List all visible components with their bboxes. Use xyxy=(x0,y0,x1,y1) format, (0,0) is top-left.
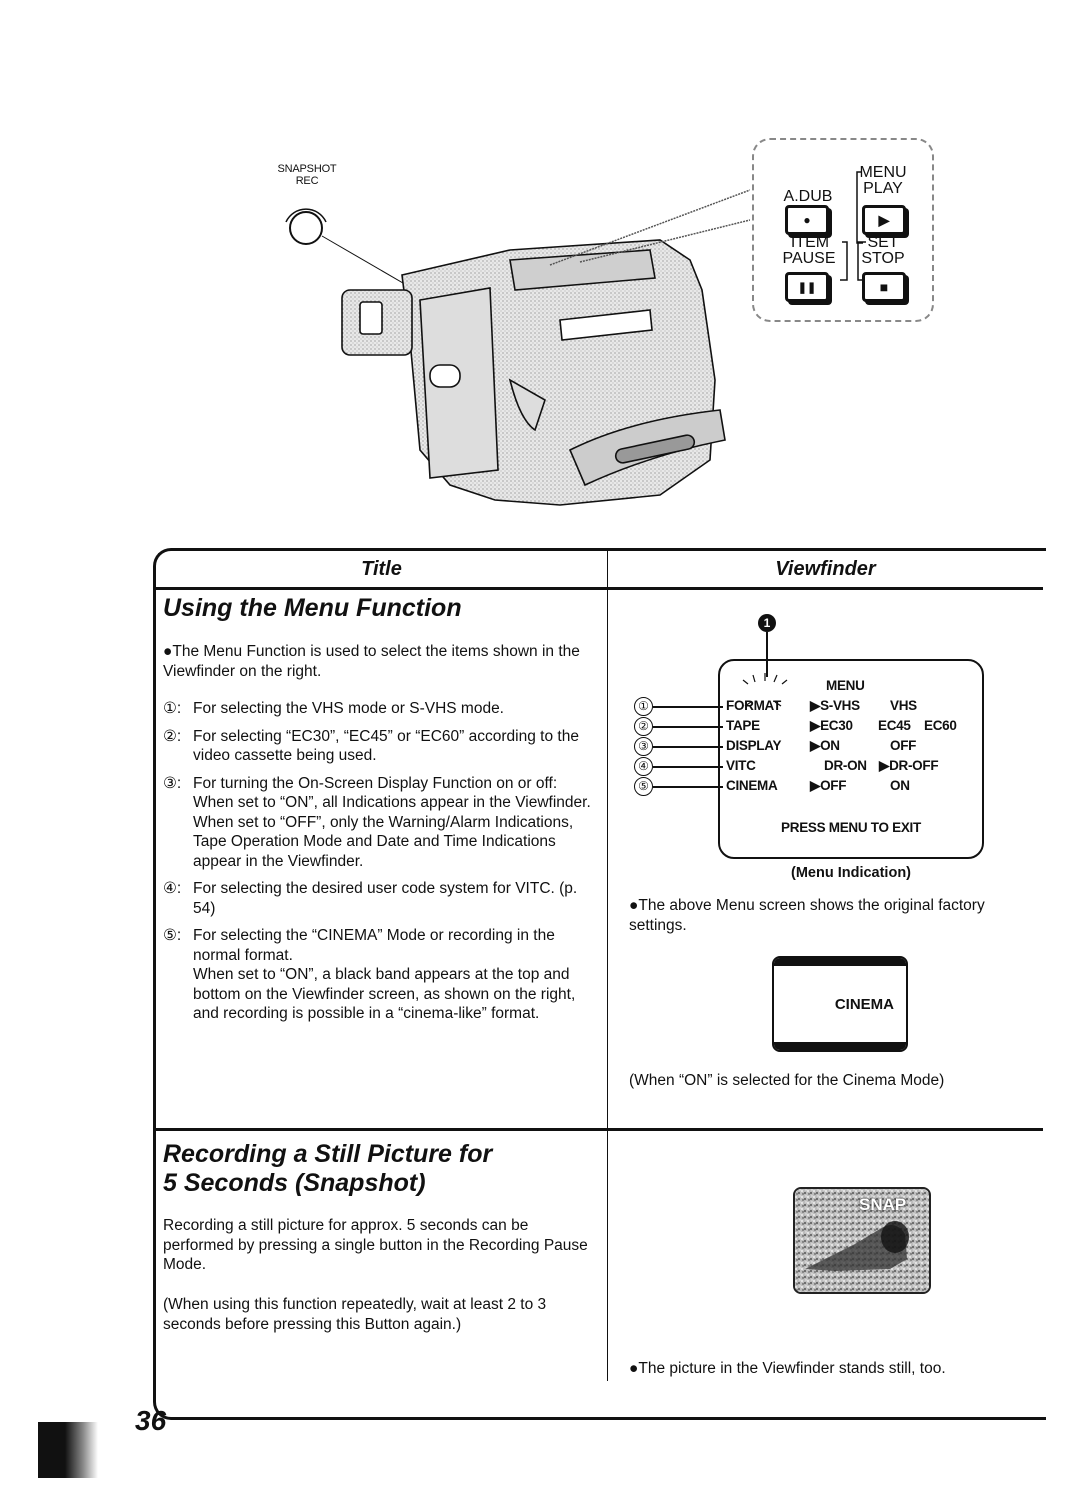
option[interactable]: ▶S-VHS xyxy=(810,696,860,716)
camcorder-illustration xyxy=(341,189,750,506)
vf-menu-row: ② TAPE ▶EC30 EC45 EC60 xyxy=(634,716,984,736)
section-heading-menu-function: Using the Menu Function xyxy=(163,594,462,622)
item-line: When set to “ON”, all Indications appear… xyxy=(193,794,591,811)
menu-item-tape[interactable]: TAPE xyxy=(726,716,760,736)
bracket-lines xyxy=(840,171,866,281)
option[interactable]: VHS xyxy=(890,696,917,716)
section-heading-snapshot: Recording a Still Picture for 5 Seconds … xyxy=(163,1140,492,1198)
option[interactable]: OFF xyxy=(890,736,916,756)
item-line: When set to “ON”, a black band appears a… xyxy=(193,966,576,1022)
list-item: ⑤: For selecting the “CINEMA” Mode or re… xyxy=(163,926,593,1024)
item-text: For turning the On-Screen Display Functi… xyxy=(193,774,593,872)
cinema-mode-screen: CINEMA xyxy=(772,956,908,1052)
item-text: For selecting the “CINEMA” Mode or recor… xyxy=(193,926,593,1024)
vf-menu-row: ① FORMAT ▶S-VHS VHS xyxy=(634,696,984,716)
menu-item-cinema[interactable]: CINEMA xyxy=(726,776,778,796)
cinema-top-band xyxy=(774,958,906,966)
snap-overlay-text: SNAP xyxy=(859,1195,907,1214)
still-picture-note: ●The picture in the Viewfinder stands st… xyxy=(629,1360,946,1377)
menu-item-format[interactable]: FORMAT xyxy=(726,696,781,716)
intro-text: ●The Menu Function is used to select the… xyxy=(163,643,580,680)
row-number: ⑤ xyxy=(634,777,653,796)
item-line: For selecting the “CINEMA” Mode or recor… xyxy=(193,927,555,964)
leader-line xyxy=(653,786,723,788)
vf-menu-row: ④ VITC DR-ON ▶DR-OFF xyxy=(634,756,984,776)
leader-line xyxy=(653,726,723,728)
list-item: ④: For selecting the desired user code s… xyxy=(163,879,593,918)
cinema-label: CINEMA xyxy=(834,996,894,1013)
vf-menu-title: MENU xyxy=(826,678,865,693)
row-number: ① xyxy=(634,697,653,716)
option[interactable]: ▶EC30 xyxy=(810,716,853,736)
row-number: ④ xyxy=(634,757,653,776)
item-number: ④: xyxy=(163,880,182,897)
menu-item-vitc[interactable]: VITC xyxy=(726,756,756,776)
heading-line: 5 Seconds (Snapshot) xyxy=(163,1169,426,1197)
row-number: ③ xyxy=(634,737,653,756)
item-text: For selecting “EC30”, “EC45” or “EC60” a… xyxy=(193,727,579,765)
list-item: ①: For selecting the VHS mode or S-VHS m… xyxy=(163,699,593,719)
vf-menu-row: ⑤ CINEMA ▶OFF ON xyxy=(634,776,984,796)
snapshot-label-line1: SNAPSHOT xyxy=(277,163,337,175)
list-item: ②: For selecting “EC30”, “EC45” or “EC60… xyxy=(163,727,593,766)
option[interactable]: ▶ON xyxy=(810,736,840,756)
cinema-bottom-band xyxy=(774,1042,906,1050)
heading-line: Recording a Still Picture for xyxy=(163,1140,493,1168)
leader-line xyxy=(653,766,723,768)
factory-settings-note: ●The above Menu screen shows the origina… xyxy=(629,897,985,934)
item-number: ②: xyxy=(163,727,182,745)
snapshot-para2: (When using this function repeatedly, wa… xyxy=(163,1296,547,1333)
column-header-title: Title xyxy=(361,558,402,580)
item-line: For turning the On-Screen Display Functi… xyxy=(193,774,558,792)
leader-line xyxy=(653,706,723,708)
row-number: ② xyxy=(634,717,653,736)
cinema-caption: (When “ON” is selected for the Cinema Mo… xyxy=(629,1072,945,1089)
menu-item-display[interactable]: DISPLAY xyxy=(726,736,781,756)
item-text: For selecting the desired user code syst… xyxy=(193,880,578,917)
list-item: ③: For turning the On-Screen Display Fun… xyxy=(163,774,593,872)
option[interactable]: EC60 xyxy=(924,716,957,736)
vf-press-menu-exit: PRESS MENU TO EXIT xyxy=(781,820,921,835)
menu-indication-caption: (Menu Indication) xyxy=(790,865,911,881)
vf-menu-row: ③ DISPLAY ▶ON OFF xyxy=(634,736,984,756)
item-text: For selecting the VHS mode or S-VHS mode… xyxy=(193,700,504,717)
section1-body: ●The Menu Function is used to select the… xyxy=(163,642,593,1024)
option[interactable]: ON xyxy=(890,776,910,796)
column-header-viewfinder: Viewfinder xyxy=(775,558,876,580)
item-number: ①: xyxy=(163,700,182,717)
vf-menu-rows: ① FORMAT ▶S-VHS VHS ② TAPE ▶EC30 EC45 EC… xyxy=(634,696,984,796)
option[interactable]: ▶DR-OFF xyxy=(879,756,939,776)
option[interactable]: ▶OFF xyxy=(810,776,846,796)
header-rule xyxy=(156,587,1043,590)
callout-marker-1: 1 xyxy=(758,614,776,632)
item-number: ③: xyxy=(163,774,182,792)
page-number: 36 xyxy=(135,1405,167,1436)
leader-line xyxy=(653,746,723,748)
column-divider xyxy=(607,551,608,1381)
snapshot-para1: Recording a still picture for approx. 5 … xyxy=(163,1217,588,1273)
thumb-tab-mark xyxy=(38,1422,98,1478)
item-number: ⑤: xyxy=(163,927,182,944)
snapshot-viewfinder-image: SNAP xyxy=(793,1187,931,1294)
section-rule xyxy=(156,1128,1043,1131)
option[interactable]: EC45 xyxy=(878,716,911,736)
option[interactable]: DR-ON xyxy=(824,756,867,776)
item-line: When set to “OFF”, only the Warning/Alar… xyxy=(193,813,574,870)
